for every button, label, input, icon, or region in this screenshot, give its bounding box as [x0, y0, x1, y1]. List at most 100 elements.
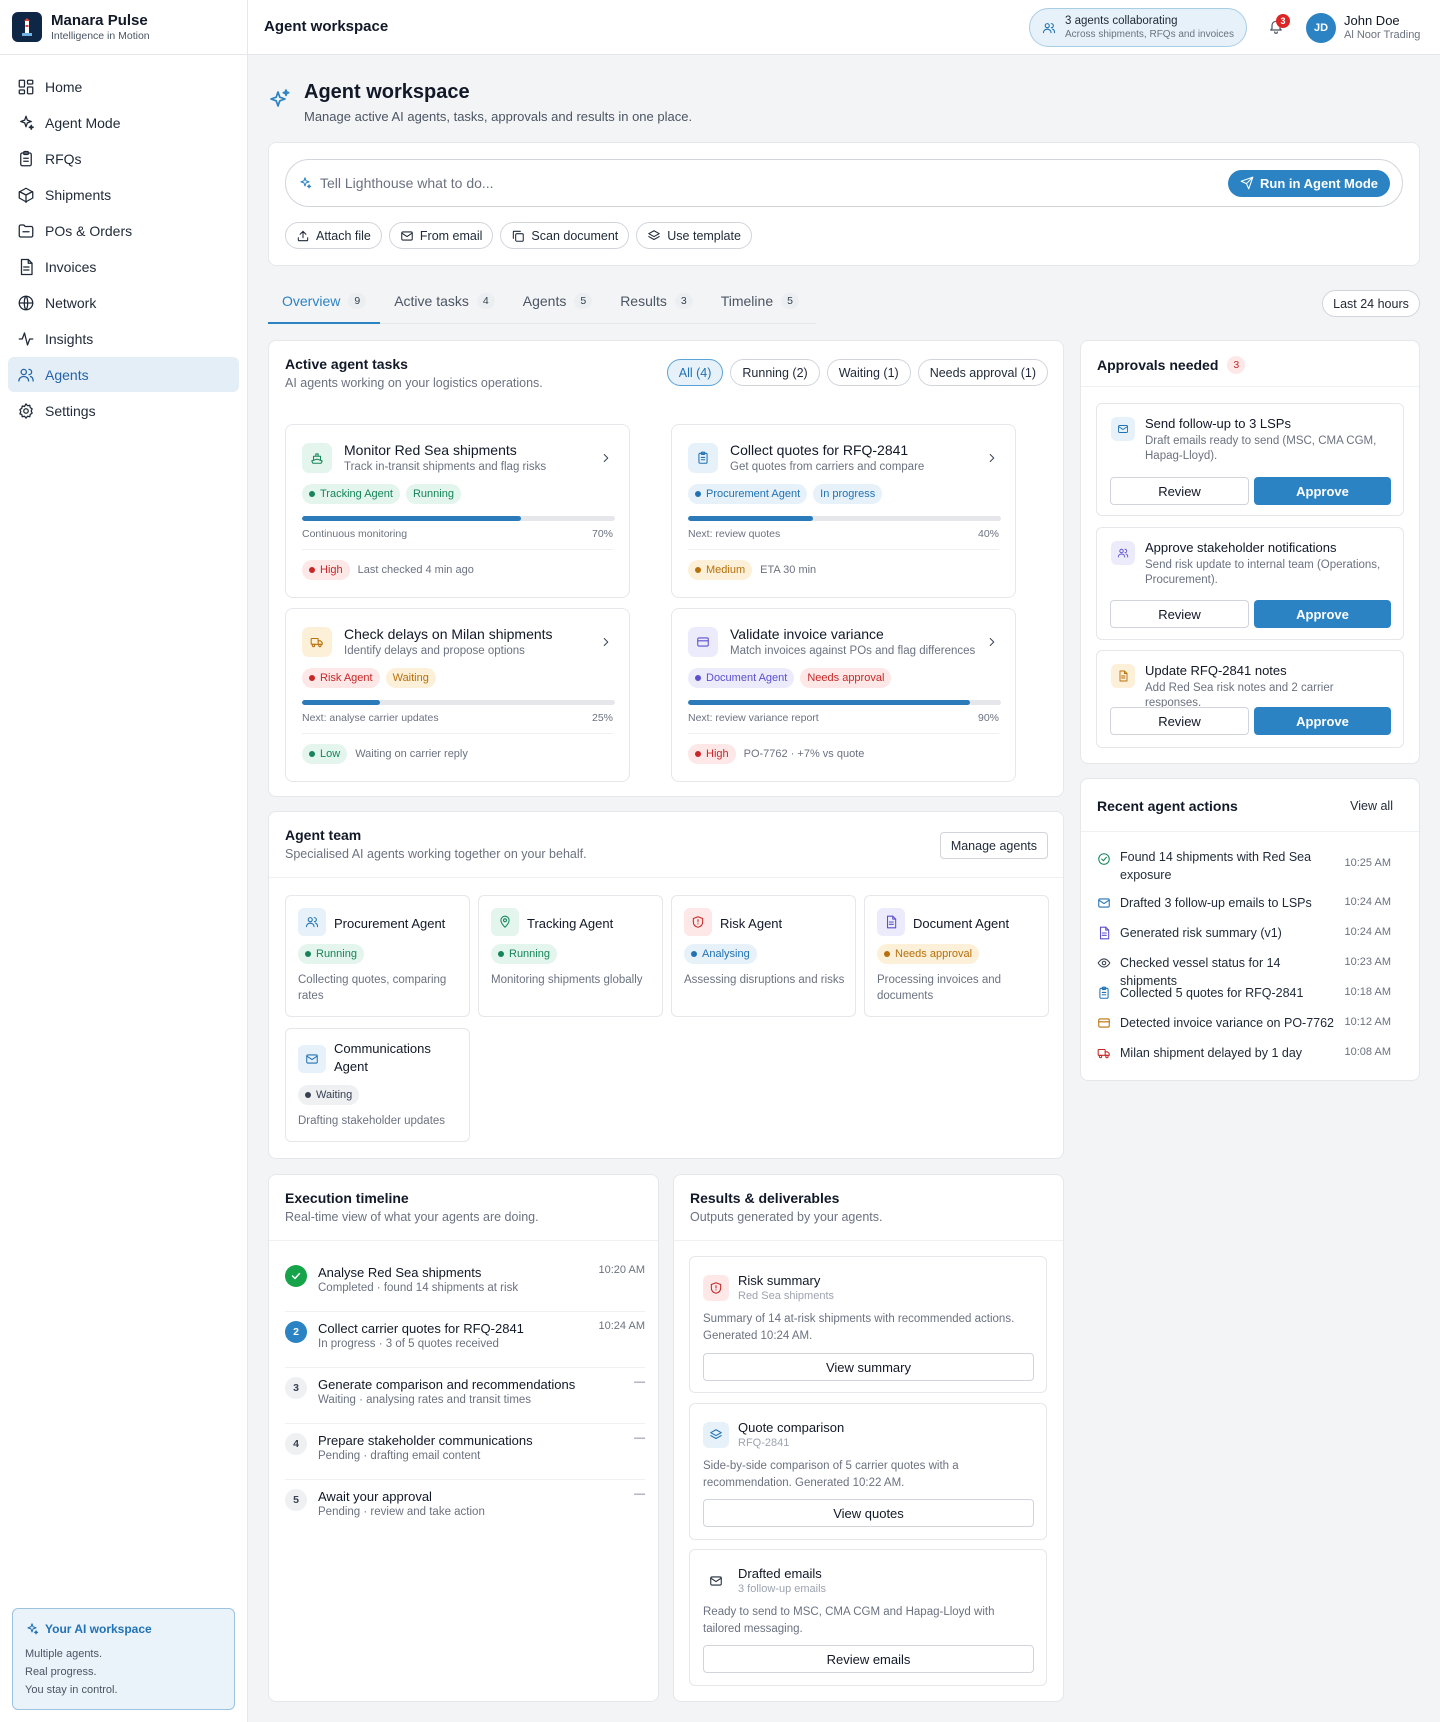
- user-name[interactable]: John Doe: [1344, 13, 1400, 28]
- command-placeholder[interactable]: Tell Lighthouse what to do...: [320, 175, 1228, 191]
- sidebar-item-pos-orders[interactable]: POs & Orders: [8, 213, 239, 248]
- view-all-link[interactable]: View all: [1350, 799, 1393, 813]
- approve-button[interactable]: Approve: [1254, 707, 1391, 735]
- filter-waiting[interactable]: Waiting (1): [826, 359, 911, 386]
- chevron-right-icon[interactable]: [985, 451, 999, 465]
- review-button[interactable]: Review: [1110, 707, 1249, 735]
- timeline-step[interactable]: 2 Collect carrier quotes for RFQ-2841 In…: [285, 1312, 645, 1368]
- deliverable-subtitle: RFQ-2841: [738, 1437, 790, 1449]
- sidebar-item-label: Home: [45, 78, 83, 95]
- sidebar-item-insights[interactable]: Insights: [8, 321, 239, 356]
- progress-bar: [688, 700, 1001, 705]
- view-quotes-button[interactable]: View quotes: [703, 1499, 1034, 1527]
- list-item[interactable]: Milan shipment delayed by 1 day 10:08 AM: [1097, 1044, 1391, 1062]
- filter-all[interactable]: All (4): [666, 359, 724, 386]
- sidebar-item-home[interactable]: Home: [8, 69, 239, 104]
- task-next-step: Next: review variance report: [688, 712, 819, 724]
- tab-agents[interactable]: Agents 5: [509, 288, 606, 324]
- divider: [269, 1240, 658, 1241]
- scan-document-button[interactable]: Scan document: [500, 222, 630, 249]
- avatar[interactable]: JD: [1306, 13, 1336, 43]
- filter-running[interactable]: Running (2): [730, 359, 820, 386]
- task-title: Collect quotes for RFQ-2841: [730, 442, 909, 458]
- ship-icon: [302, 443, 332, 473]
- brand-logo: [12, 12, 42, 42]
- divider: [688, 549, 999, 550]
- tab-count: 5: [574, 293, 593, 309]
- sidebar-item-agent-mode[interactable]: Agent Mode: [8, 105, 239, 140]
- action-time: 10:23 AM: [1344, 956, 1391, 968]
- list-item[interactable]: Drafted 3 follow-up emails to LSPs 10:24…: [1097, 894, 1391, 912]
- task-card[interactable]: Check delays on Milan shipments Identify…: [285, 608, 630, 782]
- progress-fill: [302, 516, 522, 521]
- agent-tag-label: Document Agent: [706, 672, 788, 684]
- timeline-step[interactable]: 3 Generate comparison and recommendation…: [285, 1368, 645, 1424]
- eye-icon: [1097, 958, 1111, 968]
- list-item[interactable]: Collected 5 quotes for RFQ-2841 10:18 AM: [1097, 984, 1391, 1002]
- task-subtitle: Get quotes from carriers and compare: [730, 461, 925, 473]
- agent-card-tracking[interactable]: Tracking Agent Running Monitoring shipme…: [478, 895, 663, 1017]
- agent-tag-label: Procurement Agent: [706, 488, 801, 500]
- ai-workspace-line: You stay in control.: [25, 1684, 118, 1696]
- sidebar-item-shipments[interactable]: Shipments: [8, 177, 239, 212]
- agent-card-procurement[interactable]: Procurement Agent Running Collecting quo…: [285, 895, 470, 1017]
- from-email-button[interactable]: From email: [388, 222, 494, 249]
- list-item[interactable]: Found 14 shipments with Red Sea exposure…: [1097, 848, 1391, 884]
- sidebar-item-agents[interactable]: Agents: [8, 357, 239, 392]
- tab-results[interactable]: Results 3: [606, 288, 707, 324]
- approve-button[interactable]: Approve: [1254, 600, 1391, 628]
- action-time: 10:08 AM: [1344, 1046, 1391, 1058]
- view-summary-button[interactable]: View summary: [703, 1353, 1034, 1381]
- agent-card-communications[interactable]: Communications Agent Waiting Drafting st…: [285, 1028, 470, 1142]
- list-item[interactable]: Generated risk summary (v1) 10:24 AM: [1097, 924, 1391, 942]
- brand[interactable]: Manara Pulse Intelligence in Motion: [0, 0, 247, 55]
- timeline-step[interactable]: 4 Prepare stakeholder communications Pen…: [285, 1424, 645, 1480]
- agent-name: Document Agent: [913, 916, 1010, 931]
- brand-name: Manara Pulse: [51, 11, 148, 29]
- agent-status: Needs approval: [877, 944, 980, 964]
- sidebar-item-invoices[interactable]: Invoices: [8, 249, 239, 284]
- review-button[interactable]: Review: [1110, 600, 1249, 628]
- approve-button[interactable]: Approve: [1254, 477, 1391, 505]
- action-time: 10:24 AM: [1344, 896, 1391, 908]
- task-card[interactable]: Monitor Red Sea shipments Track in-trans…: [285, 424, 630, 598]
- sidebar-item-settings[interactable]: Settings: [8, 393, 239, 428]
- step-time: —: [634, 1432, 645, 1444]
- collaboration-badge[interactable]: 3 agents collaborating Across shipments,…: [1029, 8, 1247, 47]
- task-next-step: Continuous monitoring: [302, 528, 408, 540]
- section-title: Active agent tasks: [285, 356, 408, 372]
- timeline-step[interactable]: 5 Await your approval Pending · review a…: [285, 1480, 645, 1536]
- sidebar-item-network[interactable]: Network: [8, 285, 239, 320]
- task-card[interactable]: Validate invoice variance Match invoices…: [671, 608, 1016, 782]
- tab-overview[interactable]: Overview 9: [268, 288, 381, 324]
- attach-file-button[interactable]: Attach file: [285, 222, 382, 249]
- users-icon: [18, 368, 34, 382]
- progress-fill: [302, 700, 381, 705]
- manage-agents-button[interactable]: Manage agents: [939, 832, 1048, 859]
- agent-card-risk[interactable]: Risk Agent Analysing Assessing disruptio…: [671, 895, 856, 1017]
- globe-icon: [18, 295, 34, 310]
- agent-status: Running: [298, 944, 364, 964]
- sidebar-item-rfqs[interactable]: RFQs: [8, 141, 239, 176]
- use-template-button[interactable]: Use template: [636, 222, 752, 249]
- approval-item: Approve stakeholder notifications Send r…: [1096, 527, 1404, 640]
- notification-count-badge: 3: [1276, 14, 1290, 28]
- tab-timeline[interactable]: Timeline 5: [707, 288, 813, 324]
- timeline-step[interactable]: Analyse Red Sea shipments Completed · fo…: [285, 1256, 645, 1312]
- filter-needs-approval[interactable]: Needs approval (1): [917, 359, 1048, 386]
- chevron-right-icon[interactable]: [599, 451, 613, 465]
- run-agent-mode-button[interactable]: Run in Agent Mode: [1228, 169, 1390, 197]
- chevron-right-icon[interactable]: [985, 635, 999, 649]
- deliverable-title: Quote comparison: [738, 1420, 845, 1435]
- step-title: Await your approval: [318, 1489, 432, 1504]
- task-card[interactable]: Collect quotes for RFQ-2841 Get quotes f…: [671, 424, 1016, 598]
- command-input[interactable]: Tell Lighthouse what to do... Run in Age…: [285, 159, 1403, 207]
- time-range-filter[interactable]: Last 24 hours: [1322, 290, 1420, 317]
- list-item[interactable]: Detected invoice variance on PO-7762 10:…: [1097, 1014, 1391, 1032]
- tab-active-tasks[interactable]: Active tasks 4: [380, 288, 509, 324]
- review-emails-button[interactable]: Review emails: [703, 1645, 1034, 1673]
- review-button[interactable]: Review: [1110, 477, 1249, 505]
- step-time: 10:24 AM: [598, 1320, 645, 1332]
- chevron-right-icon[interactable]: [599, 635, 613, 649]
- agent-card-document[interactable]: Document Agent Needs approval Processing…: [864, 895, 1049, 1017]
